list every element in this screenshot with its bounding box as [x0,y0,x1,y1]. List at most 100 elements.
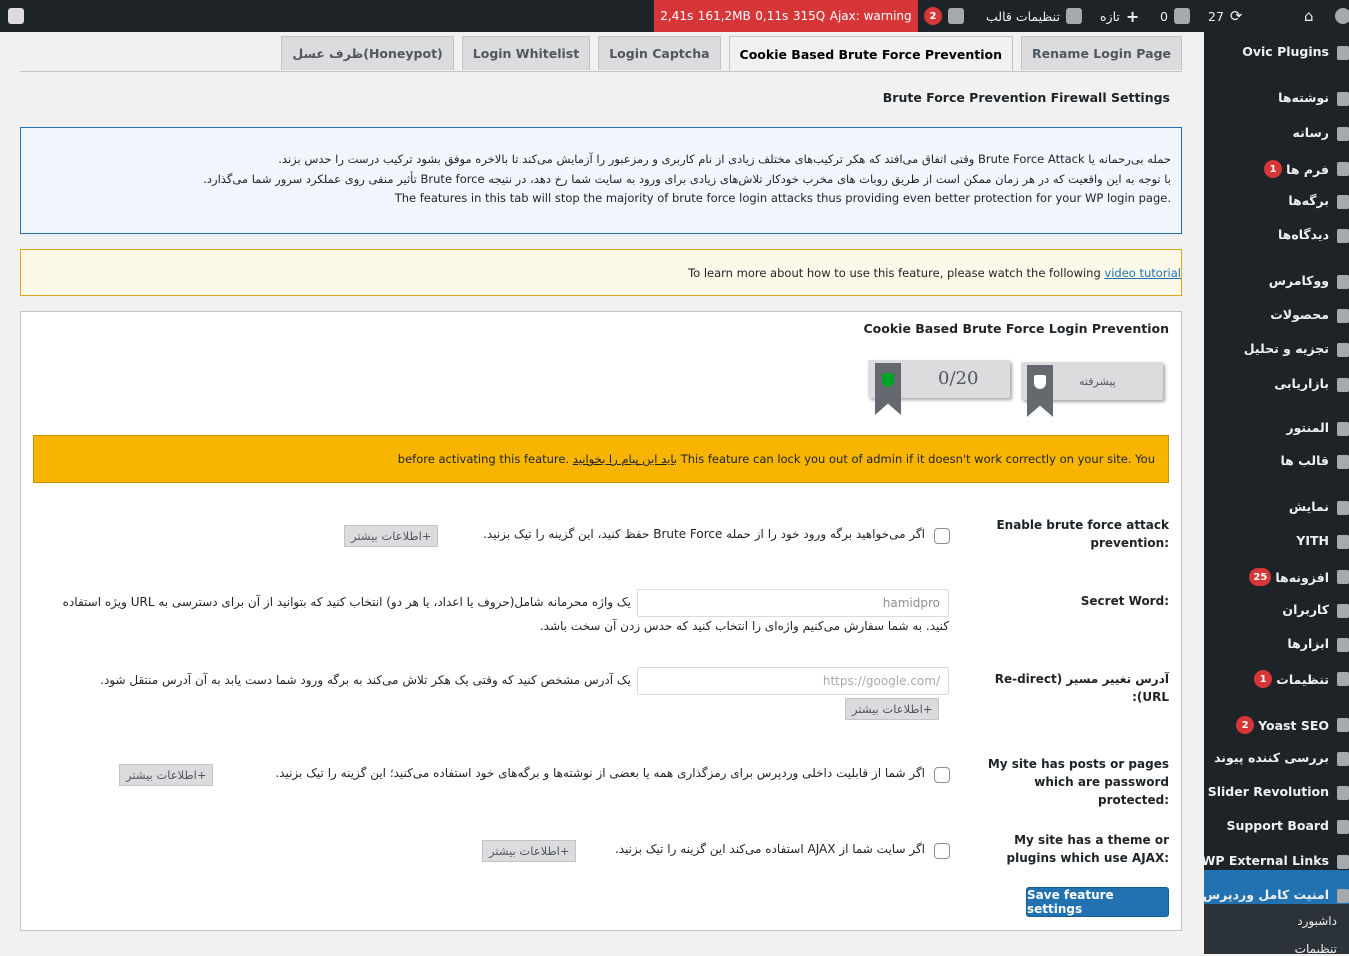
sidebar-menu-item[interactable]: قالب ها [1280,453,1329,468]
theme-settings-menu[interactable]: تنظیمات قالب [986,0,1082,32]
menu-item-icon [1337,195,1349,209]
ajax-more-info-button[interactable]: + اطلاعات بیشتر [482,840,577,862]
sidebar-menu-item[interactable]: نوشته‌ها [1278,90,1329,105]
tab-honeypot[interactable]: ظرف عسل(Honeypot) [281,36,454,70]
sidebar-menu-item[interactable]: المنتور [1286,420,1329,435]
redirect-more-info-button[interactable]: + اطلاعات بیشتر [845,698,940,720]
sidebar-menu-item[interactable]: افزونه‌ها 25 [1249,568,1329,586]
updates-count: 27 [1208,8,1224,24]
wordpress-logo[interactable] [1335,0,1349,32]
sidebar-menu-item[interactable]: امنیت کامل وردپرس [1203,887,1329,902]
sidebar-menu-item[interactable]: Ovic Plugins [1242,44,1329,59]
score-ribbon [875,363,901,415]
sidebar-menu-label: Ovic Plugins [1242,44,1329,59]
menu-item-icon [1337,786,1349,800]
sidebar-menu-item[interactable]: رسانه [1293,125,1329,140]
new-label: تازه [1100,8,1120,24]
menu-item-icon [1337,455,1349,469]
sidebar-menu-item[interactable]: WP External Links [1202,853,1329,868]
info-line-2: با توجه به این واقعیت که در هر زمان ممکن… [203,171,1171,186]
sidebar-menu-item[interactable]: فرم ها 1 [1264,160,1329,178]
menu-item-icon [1337,535,1349,549]
secret-word-desc-1: یک واژه محرمانه شامل(حروف یا اعداد، یا ه… [62,595,631,609]
tab-login-captcha[interactable]: Login Captcha [598,36,721,70]
home-icon: ⌂ [1304,7,1314,25]
warning-link[interactable]: باید این پیام را بخوانید [573,452,677,466]
menu-item-icon [1337,378,1349,392]
redirect-url-input[interactable]: https://google.com/ [637,667,949,695]
sidebar-menu-item[interactable]: YITH [1296,533,1329,548]
sidebar-menu-item[interactable]: برگه‌ها [1288,193,1329,208]
submenu-dashboard[interactable]: داشبورد [1297,914,1337,928]
more-info-label: اطلاعات بیشتر [852,702,923,716]
perf-ajax-warning: Ajax: warning [829,9,912,23]
sidebar-menu-item[interactable]: تنظیمات 1 [1254,670,1329,688]
sidebar-menu-item[interactable]: بررسی کننده پیوند [1214,750,1329,765]
menu-item-icon [1337,889,1349,903]
perf-queries: 315Q [792,9,826,23]
sidebar-menu-item[interactable]: محصولات [1270,307,1329,322]
menu-item-icon [1337,604,1349,618]
yoast-menu[interactable]: 2 [924,0,964,32]
comments-count: 0 [1160,8,1168,24]
sidebar-menu-label: ابزارها [1287,636,1329,651]
admin-bar: 2,41s 161,2MB 0,11s 315Q Ajax: warning 2… [0,0,1349,32]
ajax-checkbox[interactable] [934,843,950,859]
more-info-label: اطلاعات بیشتر [351,529,422,543]
sidebar-menu-item[interactable]: بازاریابی [1274,376,1329,391]
sidebar-menu-badge: 25 [1249,568,1272,586]
sidebar-menu-item[interactable]: تجزیه و تحلیل [1244,341,1329,356]
section-title: Brute Force Prevention Firewall Settings [882,90,1170,105]
sidebar-menu-label: قالب ها [1280,453,1329,468]
sidebar-menu-item[interactable]: Slider Revolution [1208,784,1329,799]
sidebar-menu-label: نوشته‌ها [1278,90,1329,105]
sidebar-menu-item[interactable]: کاربران [1282,602,1329,617]
sidebar-menu-item[interactable]: نمایش [1289,499,1329,514]
sidebar-menu-label: فرم ها [1286,161,1329,177]
sidebar-menu-item[interactable]: Yoast SEO 2 [1236,716,1329,734]
menu-item-icon [1337,501,1349,515]
sidebar-menu-item[interactable]: Support Board [1226,818,1329,833]
video-tutorial-link[interactable]: video tutorial [1104,266,1181,280]
sidebar-menu-item[interactable]: ابزارها [1287,636,1329,651]
sidebar-menu-label: YITH [1296,533,1329,548]
tab-cookie-brute-force[interactable]: Cookie Based Brute Force Prevention [728,36,1013,72]
menu-item-icon [1337,46,1349,60]
ajax-label: My site has a theme or plugins which use… [1006,833,1169,865]
admin-sidebar: داشبورد تنظیمات Ovic Plugins نوشته‌ها رسان… [1202,32,1349,956]
warning-text: before activating this feature. باید این… [398,452,1155,466]
sidebar-menu-badge: 1 [1264,160,1283,178]
menu-item-icon [1337,275,1349,289]
password-protected-checkbox[interactable] [934,767,950,783]
comments-menu[interactable]: 0 [1160,0,1190,32]
new-content-menu[interactable]: تازه + [1100,0,1139,32]
tab-login-whitelist[interactable]: Login Whitelist [461,36,591,70]
menu-item-icon [1337,92,1349,106]
sidebar-menu-label: بررسی کننده پیوند [1214,750,1329,765]
plus-icon: + [1125,6,1140,26]
sidebar-menu-item[interactable]: دیدگاه‌ها [1278,227,1329,242]
more-info-label: اطلاعات بیشتر [126,768,197,782]
sidebar-menu-label: دیدگاه‌ها [1277,227,1329,242]
user-avatar[interactable] [8,0,24,32]
wrench-icon [1065,8,1082,24]
menu-item-icon [1337,309,1349,323]
menu-item-icon [1337,820,1349,834]
sidebar-menu-label: Yoast SEO [1258,717,1329,733]
main-content: Rename Login Page Cookie Based Brute For… [0,32,1204,954]
password-more-info-button[interactable]: + اطلاعات بیشتر [119,764,214,786]
save-feature-settings-button[interactable]: Save feature settings [1026,887,1169,917]
tab-rename-login[interactable]: Rename Login Page [1020,36,1182,70]
more-info-label: اطلاعات بیشتر [489,844,560,858]
home-menu[interactable]: ⌂ [1304,0,1314,32]
secret-word-input[interactable]: hamidpro [637,589,949,617]
updates-menu[interactable]: 27 ⟳ [1208,0,1242,32]
settings-postbox: Cookie Based Brute Force Login Preventio… [20,311,1182,931]
sidebar-menu-item[interactable]: ووکامرس [1269,273,1329,288]
enable-more-info-button[interactable]: + اطلاعات بیشتر [344,525,439,547]
enable-checkbox[interactable] [934,528,950,544]
query-monitor-stats[interactable]: 2,41s 161,2MB 0,11s 315Q Ajax: warning [654,0,918,32]
tab-bar: Rename Login Page Cookie Based Brute For… [281,36,1182,72]
score-value: 0/20 [938,368,979,389]
theme-settings-label: تنظیمات قالب [986,8,1060,24]
